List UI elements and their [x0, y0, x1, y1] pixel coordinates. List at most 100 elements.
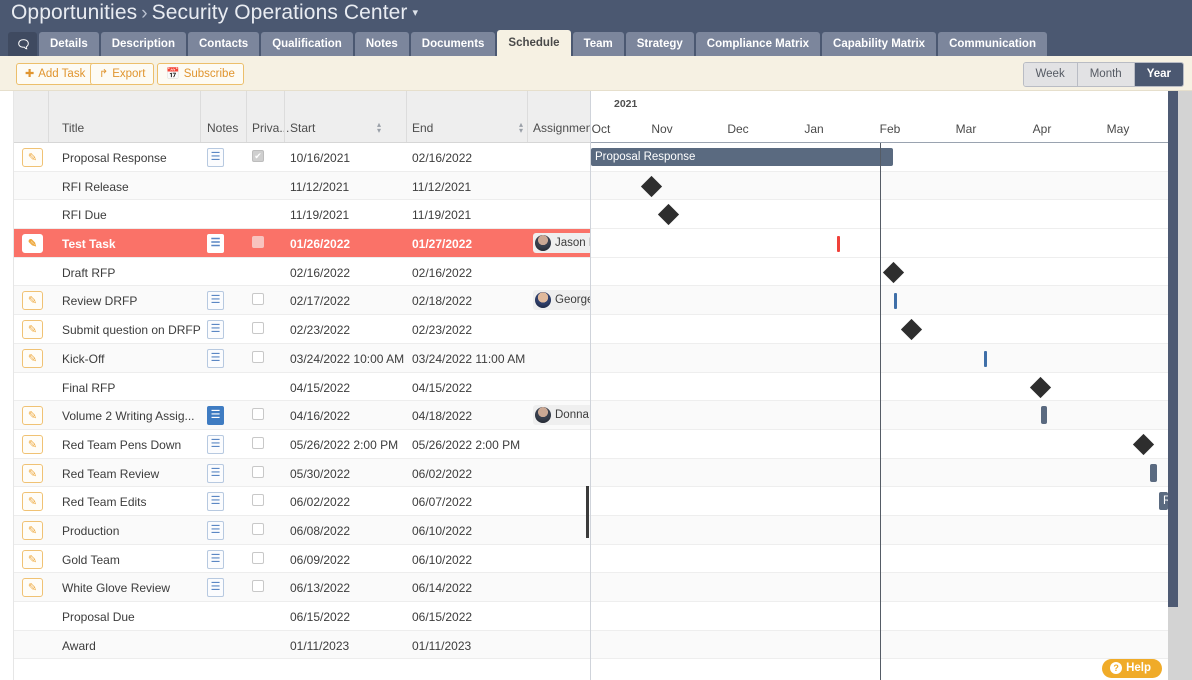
note-document-icon[interactable]: ☰: [207, 520, 224, 540]
gantt-milestone-diamond[interactable]: [900, 319, 923, 341]
column-header-assignment[interactable]: Assignment: [533, 121, 590, 135]
gantt-bar[interactable]: [1150, 463, 1157, 482]
tab-notes[interactable]: Notes: [354, 32, 409, 56]
edit-pencil-icon[interactable]: ✎: [22, 348, 43, 368]
table-row[interactable]: ✎ Test Task ☰ 01/26/2022 01/27/2022 Jason M: [14, 229, 590, 258]
chevron-down-icon[interactable]: ▾: [413, 7, 419, 19]
column-header-title[interactable]: Title: [62, 121, 84, 135]
note-document-icon[interactable]: ☰: [207, 578, 224, 598]
add-task-button[interactable]: ✚ Add Task: [16, 63, 95, 85]
help-button[interactable]: ? Help: [1102, 659, 1162, 678]
private-checkbox[interactable]: [252, 522, 264, 535]
tab-documents[interactable]: Documents: [410, 32, 496, 56]
note-document-icon[interactable]: ☰: [207, 148, 224, 167]
tab-chat[interactable]: 🗨: [8, 32, 37, 56]
private-checkbox[interactable]: [252, 408, 264, 421]
edit-pencil-icon[interactable]: ✎: [22, 291, 43, 311]
tab-compliance-matrix[interactable]: Compliance Matrix: [695, 32, 821, 56]
table-row[interactable]: RFI Release 11/12/2021 11/12/2021: [14, 171, 590, 201]
edit-pencil-icon[interactable]: ✎: [22, 520, 43, 540]
private-checkbox[interactable]: [252, 350, 264, 363]
gantt-bar[interactable]: Proposal Response: [591, 148, 893, 166]
note-document-icon[interactable]: ☰: [207, 320, 224, 340]
tab-team[interactable]: Team: [572, 32, 624, 56]
note-document-icon[interactable]: ☰: [207, 549, 224, 569]
edit-pencil-icon[interactable]: ✎: [22, 434, 43, 454]
tab-contacts[interactable]: Contacts: [187, 32, 260, 56]
gantt-milestone-diamond[interactable]: [1132, 433, 1155, 455]
table-row[interactable]: ✎ Red Team Pens Down ☰ 05/26/2022 2:00 PM 05…: [14, 429, 590, 459]
assignee-chip[interactable]: Donna: [533, 405, 590, 426]
table-row[interactable]: ✎ Red Team Review ☰ 05/30/2022 06/02/2022: [14, 458, 590, 488]
timescale-week-button[interactable]: Week: [1023, 63, 1078, 86]
gantt-short-bar[interactable]: [837, 236, 840, 253]
note-document-icon[interactable]: ☰: [207, 406, 224, 426]
private-checkbox[interactable]: [252, 293, 264, 306]
tab-schedule[interactable]: Schedule: [497, 30, 571, 56]
table-row[interactable]: ✎ Proposal Response ☰ ✔ 10/16/2021 02/16/2022: [14, 143, 590, 172]
note-document-icon[interactable]: ☰: [207, 492, 224, 512]
table-row[interactable]: ✎ Review DRFP ☰ 02/17/2022 02/18/2022 George: [14, 286, 590, 316]
private-checkbox[interactable]: [252, 551, 264, 564]
table-row[interactable]: RFI Due 11/19/2021 11/19/2021: [14, 200, 590, 230]
table-row[interactable]: ✎ Submit question on DRFP ☰ 02/23/2022 02/23…: [14, 315, 590, 344]
note-document-icon[interactable]: ☰: [207, 434, 224, 454]
edit-pencil-icon[interactable]: ✎: [22, 463, 43, 483]
sort-icon[interactable]: ▴ ▾: [519, 121, 523, 135]
sort-icon[interactable]: ▴ ▾: [377, 121, 381, 135]
column-header-notes[interactable]: Notes: [207, 121, 238, 135]
edit-pencil-icon[interactable]: ✎: [22, 320, 43, 340]
table-row[interactable]: ✎ White Glove Review ☰ 06/13/2022 06/14/2022: [14, 573, 590, 602]
note-document-icon[interactable]: ☰: [207, 234, 224, 254]
note-document-icon[interactable]: ☰: [207, 463, 224, 483]
private-checkbox[interactable]: [252, 236, 264, 249]
private-checkbox[interactable]: [252, 436, 264, 449]
table-row[interactable]: ✎ Red Team Edits ☰ 06/02/2022 06/07/2022: [14, 487, 590, 516]
table-row[interactable]: Final RFP 04/15/2022 04/15/2022: [14, 372, 590, 402]
export-button[interactable]: ↱ Export: [90, 63, 155, 85]
breadcrumb-root[interactable]: Opportunities: [11, 1, 137, 24]
table-row[interactable]: ✎ Volume 2 Writing Assig... ☰ 04/16/2022 04/…: [14, 401, 590, 430]
edit-pencil-icon[interactable]: ✎: [22, 578, 43, 598]
tab-qualification[interactable]: Qualification: [261, 32, 353, 56]
column-header-end[interactable]: End: [412, 121, 433, 135]
note-document-icon[interactable]: ☰: [207, 348, 224, 368]
assignee-chip[interactable]: George: [533, 290, 590, 311]
edit-pencil-icon[interactable]: ✎: [22, 492, 43, 512]
column-header-start[interactable]: Start: [290, 121, 315, 135]
tab-strategy[interactable]: Strategy: [625, 32, 694, 56]
gantt-milestone-diamond[interactable]: [882, 261, 905, 283]
edit-pencil-icon[interactable]: ✎: [22, 234, 43, 254]
table-row[interactable]: Proposal Due 06/15/2022 06/15/2022: [14, 602, 590, 631]
edit-pencil-icon[interactable]: ✎: [22, 406, 43, 426]
edit-pencil-icon[interactable]: ✎: [22, 549, 43, 569]
private-checkbox[interactable]: [252, 494, 264, 507]
grid-inner-scrollbar[interactable]: [586, 486, 589, 538]
gantt-short-bar[interactable]: [894, 293, 897, 310]
gantt-milestone-diamond[interactable]: [657, 204, 680, 226]
subscribe-button[interactable]: 📅 Subscribe: [157, 63, 244, 85]
gantt-milestone-diamond[interactable]: [1029, 376, 1052, 398]
tab-description[interactable]: Description: [100, 32, 186, 56]
vertical-scrollbar-thumb[interactable]: [1168, 91, 1178, 607]
gantt-bar[interactable]: R: [1159, 492, 1168, 511]
private-checkbox[interactable]: ✔: [252, 150, 264, 162]
table-row[interactable]: ✎ Gold Team ☰ 06/09/2022 06/10/2022: [14, 544, 590, 574]
table-row[interactable]: ✎ Production ☰ 06/08/2022 06/10/2022: [14, 515, 590, 545]
gantt-milestone-diamond[interactable]: [640, 175, 663, 197]
gantt-bar[interactable]: [1041, 406, 1047, 425]
table-row[interactable]: Award 01/11/2023 01/11/2023: [14, 630, 590, 660]
table-row[interactable]: ✎ Kick-Off ☰ 03/24/2022 10:00 AM 03/24/2022 …: [14, 343, 590, 373]
assignee-chip[interactable]: Jason M: [533, 233, 590, 254]
gantt-short-bar[interactable]: [984, 350, 987, 367]
edit-pencil-icon[interactable]: ✎: [22, 148, 43, 167]
tab-capability-matrix[interactable]: Capability Matrix: [822, 32, 937, 56]
private-checkbox[interactable]: [252, 580, 264, 593]
note-document-icon[interactable]: ☰: [207, 291, 224, 311]
timescale-month-button[interactable]: Month: [1077, 63, 1135, 86]
table-row[interactable]: Draft RFP 02/16/2022 02/16/2022: [14, 257, 590, 287]
tab-communication[interactable]: Communication: [938, 32, 1047, 56]
timescale-year-button[interactable]: Year: [1134, 63, 1183, 86]
tab-details[interactable]: Details: [39, 32, 99, 56]
private-checkbox[interactable]: [252, 465, 264, 478]
